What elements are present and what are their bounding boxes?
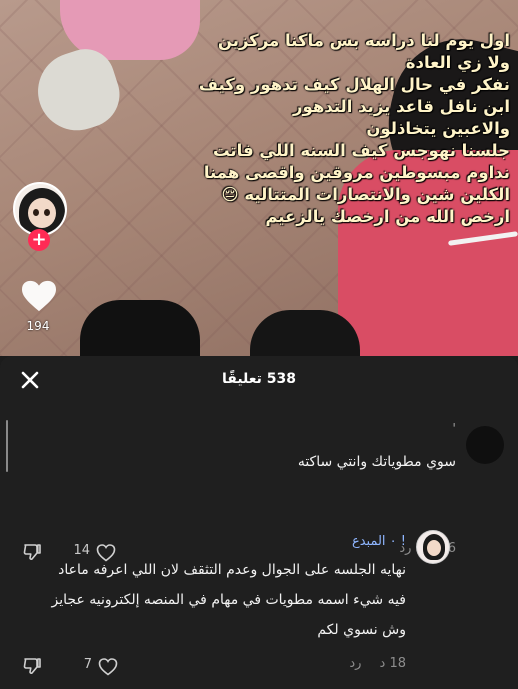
video-player[interactable]: اول يوم لنا دراسه بس ماكنا مركزين ولا زي… xyxy=(0,0,518,356)
comment-text-line: وش نسوي لكم xyxy=(317,622,406,638)
like-count: 194 xyxy=(26,319,50,333)
heart-icon[interactable] xyxy=(20,279,58,313)
caption-line: اول يوم لنا دراسه بس ماكنا مركزين xyxy=(217,31,510,50)
comment-text-line: نهايه الجلسه على الجوال وعدم التثقف لان … xyxy=(58,562,406,578)
comment-text: سوي مطوياتك وانتي ساكته xyxy=(298,450,456,474)
comment-text-line: فيه شيء اسمه مطويات في مهام في المنصه إل… xyxy=(51,592,406,608)
video-frame-detail xyxy=(80,300,200,356)
avatar-face xyxy=(427,540,441,556)
creator-avatar[interactable] xyxy=(13,182,67,236)
like-count: 7 xyxy=(83,657,92,672)
video-caption: اول يوم لنا دراسه بس ماكنا مركزين ولا زي… xyxy=(90,30,510,228)
avatar[interactable] xyxy=(466,426,504,464)
caption-line: ابن نافل قاعد يزيد التدهور xyxy=(293,97,510,116)
caption-line: جلسنا نهوجس كيف السنه اللي فاتت xyxy=(212,141,510,160)
comment-text-line: سوي مطوياتك وانتي ساكته xyxy=(297,454,456,470)
comment-author[interactable]: ! ٠ المبدع xyxy=(352,534,406,549)
like-count: 14 xyxy=(73,543,90,558)
caption-line: نداوم مبسوطين مروقين واقصى همنا xyxy=(203,163,510,182)
heart-icon[interactable] xyxy=(98,657,118,677)
avatar-eye xyxy=(44,209,50,216)
caption-line: ارخص الله من ارخصك يالزعيم xyxy=(265,207,510,226)
comment-author[interactable]: ' xyxy=(452,422,456,437)
caption-line: نفكر في حال الهلال كيف تدهور وكيف xyxy=(198,75,510,94)
comment-text: نهايه الجلسه على الجوال وعدم التثقف لان … xyxy=(52,558,406,642)
avatar[interactable] xyxy=(416,530,450,564)
video-frame-detail xyxy=(250,310,360,356)
dislike-icon[interactable] xyxy=(22,542,42,562)
caption-line: والاعبين يتخاذلون xyxy=(366,119,510,138)
reply-button[interactable]: رد xyxy=(349,656,361,671)
follow-button[interactable]: + xyxy=(28,229,50,251)
caption-line: الكلين شين والانتصارات المتتاليه 😔 xyxy=(221,185,510,204)
avatar-eye xyxy=(33,209,39,216)
comments-sheet: 538 تعليقًا ' سوي مطوياتك وانتي ساكته 56… xyxy=(0,356,518,689)
comment-count: 538 تعليقًا xyxy=(221,371,297,387)
comment-time: 18 د xyxy=(379,656,406,671)
scrollbar[interactable] xyxy=(6,420,8,472)
dislike-icon[interactable] xyxy=(22,656,42,676)
comment-meta: 18 د رد xyxy=(349,656,406,671)
comments-header: 538 تعليقًا xyxy=(0,356,518,402)
caption-line: ولا زي العادة xyxy=(405,53,510,72)
